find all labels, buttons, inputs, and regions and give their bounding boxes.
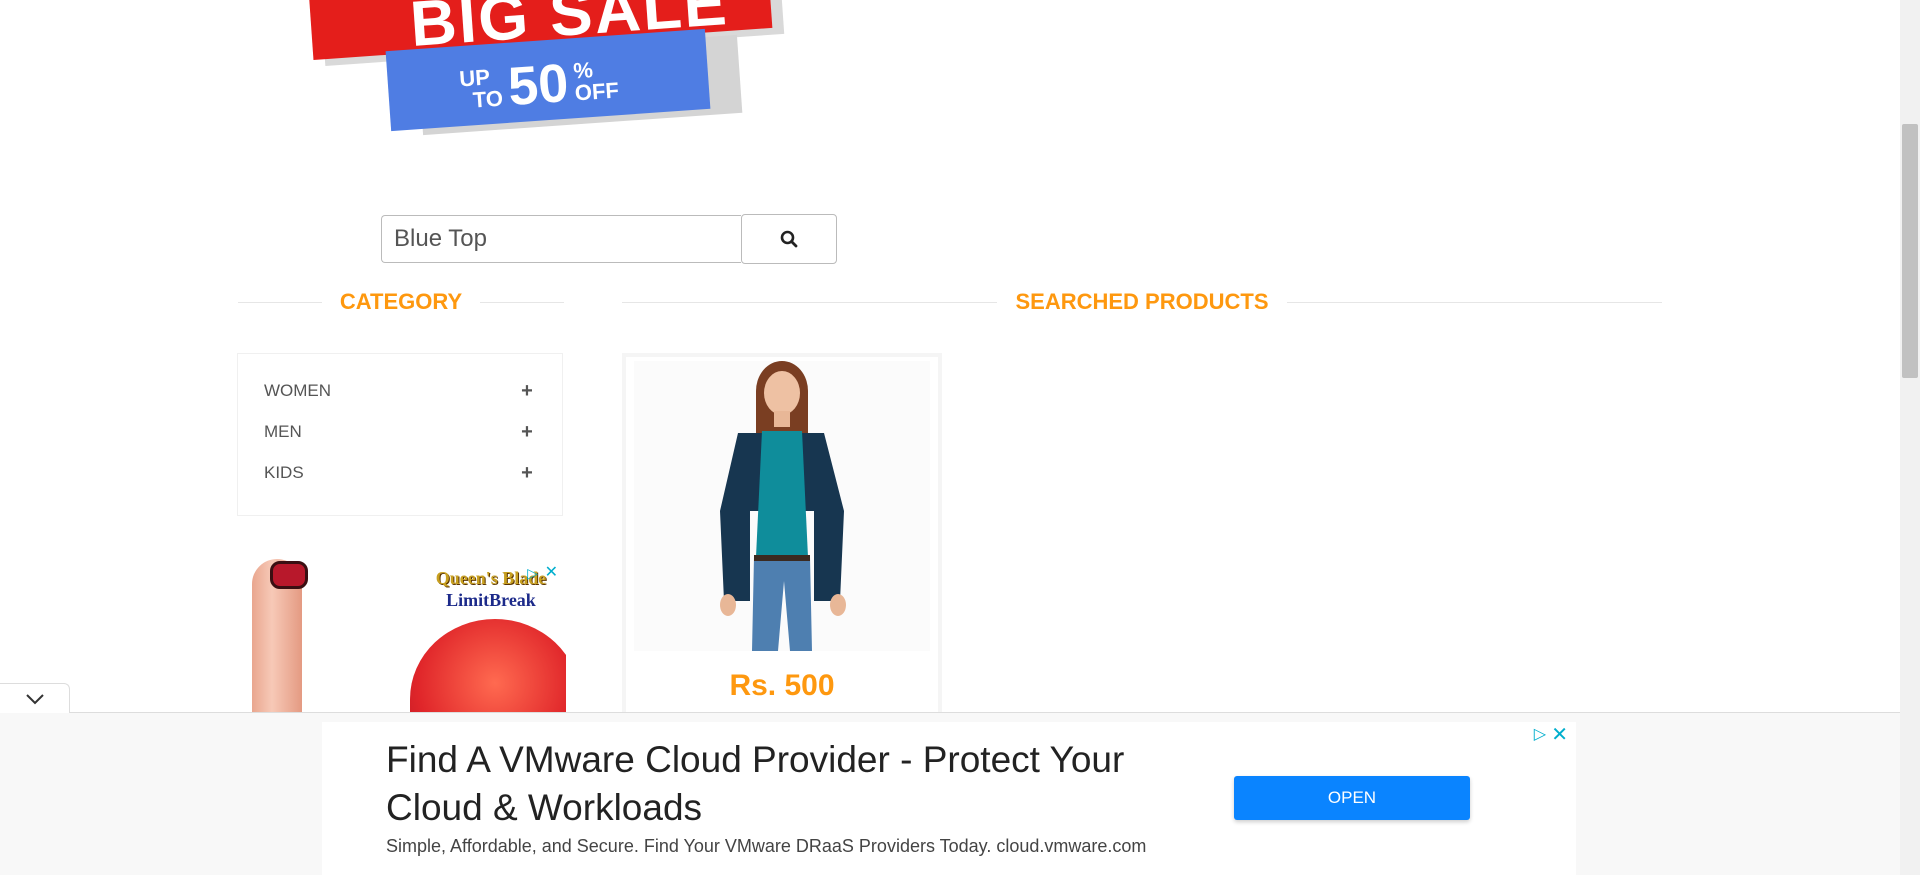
category-label: WOMEN [264,381,332,400]
search-bar [381,214,837,264]
product-card[interactable]: Rs. 500 [622,353,942,733]
search-button[interactable] [741,214,837,264]
banner-upto: UP TO [459,64,504,113]
products-heading: SEARCHED PRODUCTS [622,289,1662,314]
search-input[interactable] [381,215,741,263]
ad-subtext[interactable]: Simple, Affordable, and Secure. Find You… [386,836,1146,857]
ad-headline[interactable]: Find A VMware Cloud Provider - Protect Y… [386,736,1226,832]
ad-collapse-button[interactable] [0,683,70,713]
divider [238,301,322,303]
banner-percent: 50 [506,53,571,118]
adchoices-icon[interactable]: ▷ [527,565,538,582]
chevron-down-icon [25,693,44,704]
banner-to-text: TO [472,85,504,113]
products-title: SEARCHED PRODUCTS [1015,289,1269,314]
plus-icon[interactable]: + [520,462,534,485]
divider [622,301,998,303]
divider [1286,301,1662,303]
close-icon[interactable]: ✕ [1551,722,1568,747]
category-item-women[interactable]: WOMEN + [264,379,534,403]
side-advertisement[interactable]: Queen's Blade LimitBreak ▷ ✕ [242,559,566,729]
vertical-scrollbar[interactable] [1900,0,1920,875]
ad-logo: Queen's Blade LimitBreak [422,567,560,617]
product-price: Rs. 500 [729,669,835,702]
adchoices-icon[interactable]: ▷ [1534,724,1546,744]
bottom-advertisement[interactable]: Find A VMware Cloud Provider - Protect Y… [322,722,1576,875]
category-title: CATEGORY [339,289,463,314]
page: BIG SALE UP TO 50 % OFF CATEGORY [0,0,1900,875]
ad-logo-line2: LimitBreak [446,590,536,610]
woman-in-blue-top-image [634,361,930,651]
divider [480,301,565,303]
ad-open-button[interactable]: OPEN [1234,776,1470,820]
category-item-kids[interactable]: KIDS + [264,461,534,485]
search-icon [780,230,798,248]
plus-icon[interactable]: + [520,421,534,444]
ad-logo-line1: Queen's Blade [435,568,547,588]
ad-bottle-cap [270,561,308,589]
banner-discount: UP TO 50 % OFF [458,49,620,122]
scrollbar-thumb[interactable] [1902,124,1918,378]
plus-icon[interactable]: + [520,380,534,403]
category-panel: WOMEN + MEN + KIDS + [237,353,563,516]
product-image[interactable] [634,361,930,651]
banner-off-text: OFF [574,77,620,106]
banner-off: % OFF [572,57,620,106]
category-label: KIDS [264,463,304,482]
close-icon[interactable]: ✕ [545,562,558,582]
category-label: MEN [264,422,302,441]
category-heading: CATEGORY [238,289,565,314]
category-item-men[interactable]: MEN + [264,420,534,444]
big-sale-banner: BIG SALE UP TO 50 % OFF [300,0,800,140]
